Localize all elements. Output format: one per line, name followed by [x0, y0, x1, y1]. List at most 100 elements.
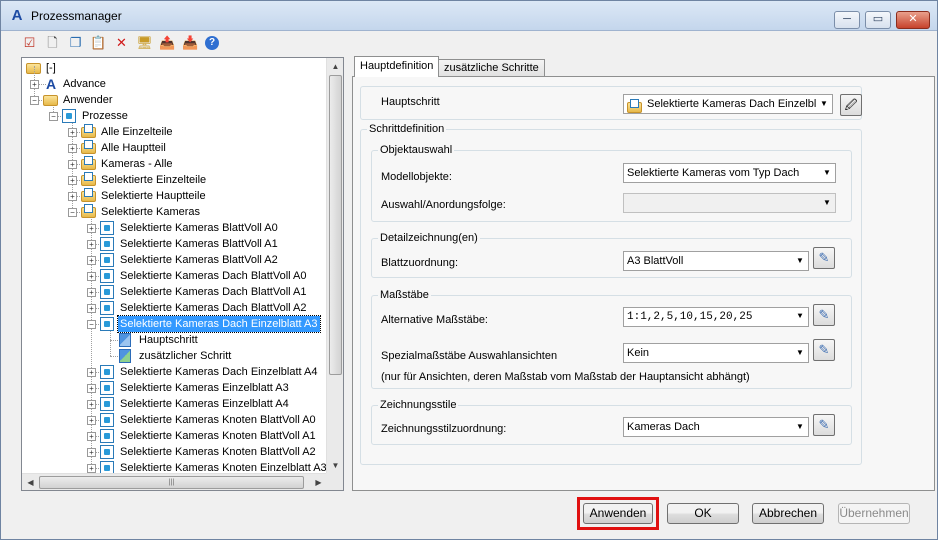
- tree-item[interactable]: + Selektierte Kameras Dach Einzelblatt A4: [22, 364, 327, 380]
- tree-item[interactable]: + Selektierte Einzelteile: [22, 172, 327, 188]
- apply-button[interactable]: Anwenden: [583, 503, 653, 524]
- tree-item[interactable]: + Selektierte Hauptteile: [22, 188, 327, 204]
- tree-item[interactable]: + Selektierte Kameras Knoten BlattVoll A2: [22, 444, 327, 460]
- tree-item[interactable]: − Selektierte Kameras: [22, 204, 327, 220]
- tree-horizontal-scroll-thumb[interactable]: |||: [39, 476, 304, 489]
- tree-item[interactable]: zusätzlicher Schritt: [22, 348, 327, 364]
- tree-item[interactable]: + Selektierte Kameras BlattVoll A0: [22, 220, 327, 236]
- export-icon[interactable]: 📤: [159, 34, 176, 51]
- tree-item[interactable]: + Selektierte Kameras Knoten Einzelblatt …: [22, 460, 327, 474]
- monitor-icon[interactable]: 🖥: [136, 34, 153, 51]
- expand-plus-icon[interactable]: +: [87, 272, 96, 281]
- process-tree[interactable]: [-] + A Advance − Anwender − Prozesse + Alle Ein…: [22, 58, 327, 474]
- expand-plus-icon[interactable]: +: [87, 224, 96, 233]
- collapse-minus-icon[interactable]: −: [49, 112, 58, 121]
- scroll-down-arrow-icon[interactable]: ▼: [327, 457, 344, 474]
- tree-item[interactable]: + Selektierte Kameras Knoten BlattVoll A1: [22, 428, 327, 444]
- expand-plus-icon[interactable]: +: [87, 400, 96, 409]
- chevron-down-icon: ▼: [792, 252, 808, 270]
- edit-alternative-massstaebe-button[interactable]: ✎: [813, 304, 835, 326]
- tree-item[interactable]: − Anwender: [22, 92, 327, 108]
- expand-plus-icon[interactable]: +: [68, 160, 77, 169]
- tree-vertical-scrollbar[interactable]: ▲ ▼: [326, 58, 343, 474]
- ok-button[interactable]: OK: [667, 503, 739, 524]
- tab-hauptdefinition[interactable]: Hauptdefinition: [354, 56, 440, 77]
- spezialmassstaebe-select[interactable]: Kein ▼: [623, 343, 809, 363]
- alternative-massstaebe-select[interactable]: 1:1,2,5,10,15,20,25 ▼: [623, 307, 809, 327]
- scroll-up-arrow-icon[interactable]: ▲: [327, 58, 344, 75]
- zeichnungsstilzuordnung-select[interactable]: Kameras Dach ▼: [623, 417, 809, 437]
- collapse-minus-icon[interactable]: −: [87, 320, 96, 329]
- collapse-minus-icon[interactable]: −: [68, 208, 77, 217]
- auswahl-anordnungsfolge-select[interactable]: ▼: [623, 193, 836, 213]
- tree-item[interactable]: + Alle Hauptteil: [22, 140, 327, 156]
- tree-horizontal-scrollbar[interactable]: ◀ ||| ▶: [22, 473, 327, 490]
- tree-item[interactable]: − Prozesse: [22, 108, 327, 124]
- tree-item-label: Anwender: [63, 94, 113, 106]
- expand-plus-icon[interactable]: +: [87, 256, 96, 265]
- help-icon[interactable]: ?: [205, 36, 219, 50]
- cancel-button[interactable]: Abbrechen: [752, 503, 824, 524]
- tree-item[interactable]: + Kameras - Alle: [22, 156, 327, 172]
- process-icon: [100, 365, 114, 379]
- expand-plus-icon[interactable]: +: [87, 240, 96, 249]
- tree-item[interactable]: + Selektierte Kameras Dach BlattVoll A0: [22, 268, 327, 284]
- modellobjekte-select[interactable]: Selektierte Kameras vom Typ Dach ▼: [623, 163, 836, 183]
- paste-icon[interactable]: 📋: [90, 34, 107, 51]
- tree-item-label: Selektierte Einzelteile: [101, 174, 207, 186]
- tree-item-label: Alle Einzelteile: [101, 126, 173, 138]
- expand-plus-icon[interactable]: +: [87, 384, 96, 393]
- tree-item[interactable]: + Selektierte Kameras Dach BlattVoll A1: [22, 284, 327, 300]
- properties-icon[interactable]: ☑: [21, 34, 38, 51]
- maximize-button[interactable]: ▭: [865, 11, 891, 29]
- new-icon[interactable]: 🗋: [44, 34, 61, 51]
- accept-button[interactable]: Übernehmen: [838, 503, 910, 524]
- minimize-button[interactable]: ─: [834, 11, 860, 29]
- tree-item[interactable]: + Selektierte Kameras Dach BlattVoll A2: [22, 300, 327, 316]
- tree-item[interactable]: + Selektierte Kameras BlattVoll A2: [22, 252, 327, 268]
- close-button[interactable]: ✕: [896, 11, 930, 29]
- expand-plus-icon[interactable]: +: [87, 288, 96, 297]
- tab-zusaetzliche-schritte[interactable]: zusätzliche Schritte: [438, 59, 545, 77]
- collapse-minus-icon[interactable]: −: [30, 96, 39, 105]
- edit-blattzuordnung-button[interactable]: ✎: [813, 247, 835, 269]
- delete-icon[interactable]: ✕: [113, 34, 130, 51]
- tree-root[interactable]: [-]: [22, 60, 322, 76]
- tree-vertical-scroll-thumb[interactable]: [329, 75, 342, 375]
- process-icon: [62, 109, 76, 123]
- tree-item[interactable]: Hauptschritt: [22, 332, 327, 348]
- expand-plus-icon[interactable]: +: [30, 80, 39, 89]
- expand-plus-icon[interactable]: +: [68, 176, 77, 185]
- expand-plus-icon[interactable]: +: [68, 128, 77, 137]
- edit-zeichnungsstilzuordnung-button[interactable]: ✎: [813, 414, 835, 436]
- expand-plus-icon[interactable]: +: [87, 416, 96, 425]
- expand-plus-icon[interactable]: +: [87, 448, 96, 457]
- process-tree-panel[interactable]: [-] + A Advance − Anwender − Prozesse + Alle Ein…: [21, 57, 344, 491]
- expand-plus-icon[interactable]: +: [87, 464, 96, 473]
- copy-icon[interactable]: ❐: [67, 34, 84, 51]
- hauptschritt-select[interactable]: Selektierte Kameras Dach Einzelbla ▼: [623, 94, 833, 114]
- tree-item[interactable]: + Selektierte Kameras Einzelblatt A3: [22, 380, 327, 396]
- edit-spezialmassstaebe-button[interactable]: ✎: [813, 339, 835, 361]
- tree-item[interactable]: − Selektierte Kameras Dach Einzelblatt A3: [22, 315, 327, 333]
- scroll-left-arrow-icon[interactable]: ◀: [22, 474, 39, 491]
- blattzuordnung-label: Blattzuordnung:: [381, 257, 459, 269]
- panel-splitter[interactable]: [344, 57, 352, 491]
- scroll-right-arrow-icon[interactable]: ▶: [310, 474, 327, 491]
- tree-item[interactable]: + Alle Einzelteile: [22, 124, 327, 140]
- expand-plus-icon[interactable]: +: [87, 368, 96, 377]
- tree-item[interactable]: + Selektierte Kameras Knoten BlattVoll A0: [22, 412, 327, 428]
- expand-plus-icon[interactable]: +: [68, 144, 77, 153]
- expand-plus-icon[interactable]: +: [87, 304, 96, 313]
- blattzuordnung-select[interactable]: A3 BlattVoll ▼: [623, 251, 809, 271]
- expand-plus-icon[interactable]: +: [87, 432, 96, 441]
- tree-item[interactable]: + Selektierte Kameras BlattVoll A1: [22, 236, 327, 252]
- process-icon: [100, 381, 114, 395]
- tree-item[interactable]: + A Advance: [22, 76, 327, 92]
- tree-item[interactable]: + Selektierte Kameras Einzelblatt A4: [22, 396, 327, 412]
- tree-item-label: Selektierte Kameras Dach Einzelblatt A4: [120, 366, 318, 378]
- edit-hauptschritt-button[interactable]: 🖉: [840, 94, 862, 116]
- import-icon[interactable]: 📥: [182, 34, 199, 51]
- title-bar[interactable]: A Prozessmanager ─ ▭ ✕: [1, 1, 937, 31]
- expand-plus-icon[interactable]: +: [68, 192, 77, 201]
